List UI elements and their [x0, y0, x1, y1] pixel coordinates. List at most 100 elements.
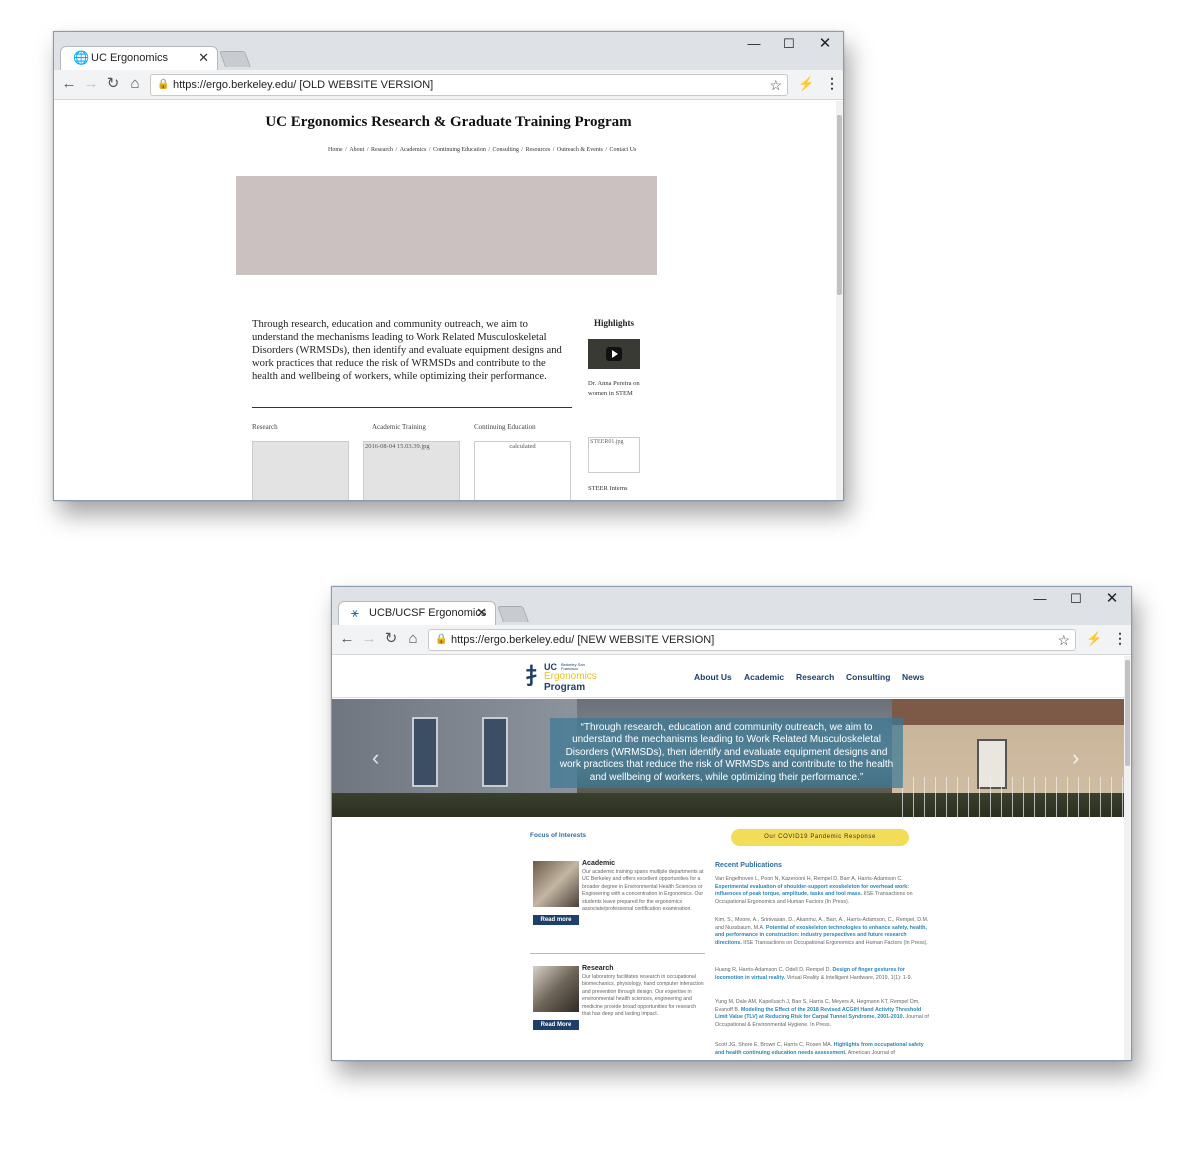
old-nav-bar: Home / About / Research / Academics / Co… — [328, 147, 637, 153]
academic-read-more-button[interactable]: Read more — [533, 915, 579, 925]
nav-research[interactable]: Research — [371, 147, 393, 153]
close-window-icon[interactable]: ✕ — [1102, 589, 1122, 607]
page-title: UC Ergonomics Research & Graduate Traini… — [265, 114, 632, 130]
publication-item: Yung M, Dale AM, Kapellusch J, Bao S, Ha… — [715, 999, 931, 1029]
reload-icon[interactable]: ↻ — [104, 75, 122, 93]
lock-icon: 🔒 — [435, 634, 448, 645]
address-bar[interactable]: 🔒 https://ergo.berkeley.edu/ [NEW WEBSIT… — [428, 629, 1076, 651]
academic-card-image[interactable] — [533, 861, 579, 907]
new-tab-button[interactable] — [219, 51, 251, 67]
logo-campuses: Berkeley San Francisco — [561, 662, 585, 671]
steer-image[interactable]: STEER01.jpg — [588, 437, 640, 473]
maximize-icon[interactable]: ☐ — [1066, 591, 1086, 607]
menu-icon[interactable]: ⋮ — [825, 75, 839, 92]
research-card-image[interactable] — [533, 966, 579, 1012]
academic-image[interactable]: 2016-08-04 15.03.39.jpg — [363, 441, 460, 500]
video-thumbnail[interactable] — [588, 339, 640, 369]
hero-quote: “Through research, education and communi… — [550, 718, 903, 789]
address-text: https://ergo.berkeley.edu/ [NEW WEBSITE … — [451, 634, 715, 646]
publication-item: Kim, S., Moore, A., Srinivasan, D., Akan… — [715, 917, 931, 947]
bookmark-star-icon[interactable]: ☆ — [1057, 632, 1070, 649]
back-icon[interactable]: ← — [60, 75, 78, 93]
browser-tab[interactable]: ⚹ UCB/UCSF Ergonomics ✕ — [338, 601, 496, 626]
broken-image-alt: calculated — [509, 443, 536, 450]
tab-title: UCB/UCSF Ergonomics — [369, 607, 487, 619]
tab-close-icon[interactable]: ✕ — [198, 50, 209, 66]
publication-authors: Van Engelhoven L, Poon N, Kazerooni H, R… — [715, 876, 903, 882]
publication-title-link[interactable]: Modeling the Effect of the 2018 Revised … — [715, 1007, 921, 1021]
address-text: https://ergo.berkeley.edu/ [OLD WEBSITE … — [173, 79, 434, 91]
nav-news[interactable]: News — [902, 672, 924, 682]
browser-toolbar: ← → ↻ ⌂ 🔒 https://ergo.berkeley.edu/ [NE… — [332, 625, 1131, 655]
forward-icon[interactable]: → — [82, 75, 100, 93]
site-logo[interactable]: ⺘ UC Berkeley San Francisco Ergonomics P… — [525, 662, 615, 694]
reload-icon[interactable]: ↻ — [382, 630, 400, 648]
scrollbar-thumb[interactable] — [837, 115, 842, 295]
academic-card-title: Academic — [582, 860, 616, 867]
nav-academic[interactable]: Academic — [744, 672, 784, 682]
title-bar: 🌐 UC Ergonomics ✕ — ☐ ✕ — [54, 32, 843, 71]
highlight-caption[interactable]: Dr. Anna Pereira on women in STEM — [588, 379, 640, 399]
lock-icon: 🔒 — [157, 79, 170, 90]
nav-research[interactable]: Research — [796, 672, 834, 682]
nav-about-us[interactable]: About Us — [694, 672, 732, 682]
new-tab-button[interactable] — [497, 606, 529, 622]
maximize-icon[interactable]: ☐ — [779, 36, 799, 52]
nav-continuing-education[interactable]: Continuing Education — [433, 147, 486, 153]
site-header: ⺘ UC Berkeley San Francisco Ergonomics P… — [332, 656, 1124, 698]
publication-authors: Scott JG, Shore E, Brown C, Harris C, Ro… — [715, 1042, 833, 1048]
forward-icon[interactable]: → — [360, 630, 378, 648]
address-bar[interactable]: 🔒 https://ergo.berkeley.edu/ [OLD WEBSIT… — [150, 74, 788, 96]
column-label-continuing[interactable]: Continuing Education — [474, 423, 536, 431]
publication-item: Huang R, Harris-Adamson C, Odell D, Remp… — [715, 967, 931, 982]
browser-tab[interactable]: 🌐 UC Ergonomics ✕ — [60, 46, 218, 71]
page-content-old: UC Ergonomics Research & Graduate Traini… — [54, 101, 843, 500]
research-card-title: Research — [582, 965, 614, 972]
research-read-more-button[interactable]: Read More — [533, 1020, 579, 1030]
nav-outreach[interactable]: Outreach & Events — [557, 147, 603, 153]
logo-ergonomics: Ergonomics — [544, 671, 597, 682]
publication-source: IISE Transactions on Occupational Ergono… — [743, 939, 928, 946]
card-divider — [530, 953, 705, 954]
close-window-icon[interactable]: ✕ — [815, 34, 835, 52]
scrollbar[interactable] — [836, 101, 843, 500]
nav-consulting[interactable]: Consulting — [493, 147, 519, 153]
scrollbar-thumb[interactable] — [1125, 660, 1130, 766]
menu-icon[interactable]: ⋮ — [1113, 630, 1127, 647]
minimize-icon[interactable]: — — [1030, 591, 1050, 606]
scrollbar[interactable] — [1124, 656, 1131, 1060]
hero-window — [482, 717, 508, 787]
intro-text: Through research, education and communit… — [252, 319, 562, 382]
browser-toolbar: ← → ↻ ⌂ 🔒 https://ergo.berkeley.edu/ [OL… — [54, 70, 843, 100]
tab-close-icon[interactable]: ✕ — [476, 605, 487, 621]
steer-caption[interactable]: STEER Interns — [588, 485, 628, 492]
carousel-next-icon[interactable]: › — [1072, 745, 1079, 771]
research-image[interactable] — [252, 441, 349, 500]
continuing-image[interactable]: calculated — [474, 441, 571, 500]
nav-home[interactable]: Home — [328, 147, 343, 153]
extension-icon[interactable]: ⚡ — [798, 76, 814, 92]
banner-image — [236, 176, 657, 275]
home-icon[interactable]: ⌂ — [126, 75, 144, 93]
play-icon[interactable] — [606, 347, 622, 361]
highlights-heading: Highlights — [594, 318, 635, 328]
hero-carousel: “Through research, education and communi… — [332, 699, 1124, 817]
extension-icon[interactable]: ⚡ — [1086, 631, 1102, 647]
publication-authors: Huang R, Harris-Adamson C, Odell D, Remp… — [715, 967, 831, 973]
publication-source: American Journal of — [847, 1049, 895, 1056]
home-icon[interactable]: ⌂ — [404, 630, 422, 648]
focus-of-interests-heading: Focus of Interests — [530, 832, 586, 839]
nav-consulting[interactable]: Consulting — [846, 672, 890, 682]
covid-response-button[interactable]: Our COVID19 Pandemic Response — [731, 829, 909, 846]
minimize-icon[interactable]: — — [744, 36, 764, 51]
nav-academics[interactable]: Academics — [400, 147, 427, 153]
recent-publications-heading: Recent Publications — [715, 862, 782, 869]
back-icon[interactable]: ← — [338, 630, 356, 648]
bookmark-star-icon[interactable]: ☆ — [769, 77, 782, 94]
column-label-research[interactable]: Research — [252, 423, 278, 431]
nav-about[interactable]: About — [349, 147, 364, 153]
nav-contact[interactable]: Contact Us — [610, 147, 637, 153]
column-label-academic[interactable]: Academic Training — [372, 423, 426, 431]
carousel-prev-icon[interactable]: ‹ — [372, 745, 379, 771]
nav-resources[interactable]: Resources — [526, 147, 551, 153]
